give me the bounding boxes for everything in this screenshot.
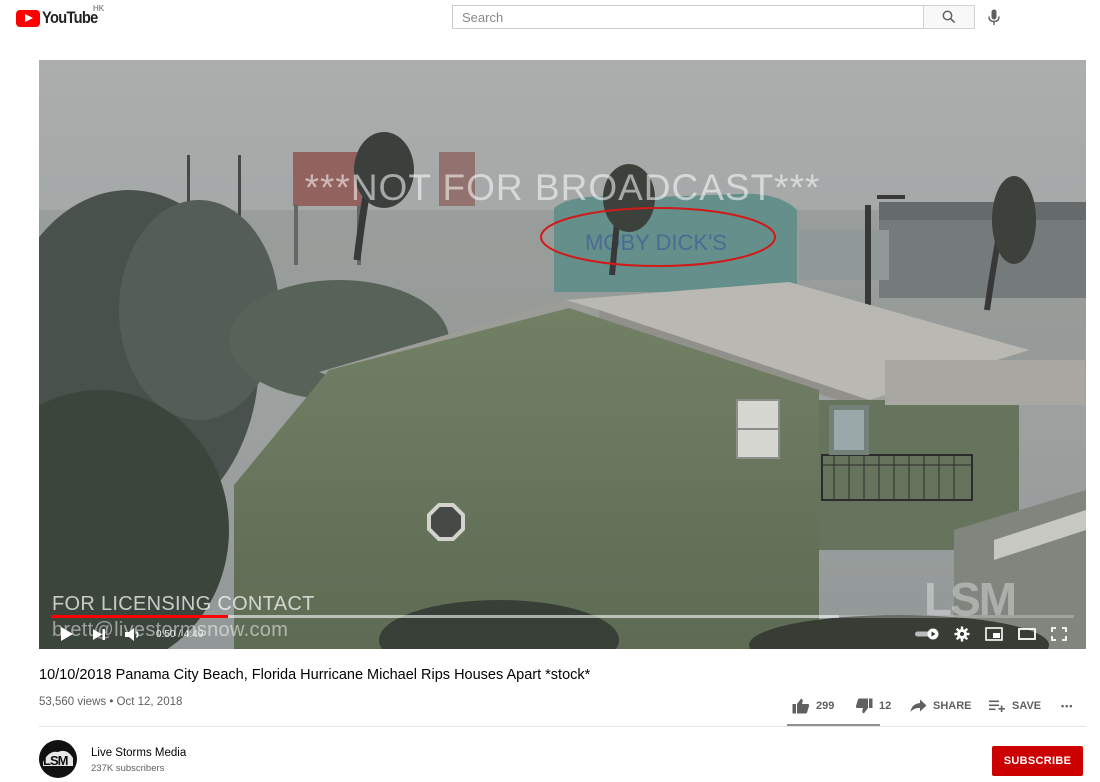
miniplayer-button[interactable]: [984, 624, 1004, 644]
thumbs-up-icon: [792, 698, 810, 714]
youtube-play-icon: [16, 9, 40, 27]
save-button[interactable]: SAVE: [989, 697, 1041, 715]
mic-icon: [988, 9, 1000, 25]
dislike-button[interactable]: 12: [855, 697, 891, 715]
share-icon: [910, 699, 927, 712]
voice-search-button[interactable]: [984, 7, 1004, 27]
like-button[interactable]: 299: [792, 697, 834, 715]
fullscreen-icon: [1051, 627, 1067, 641]
play-button[interactable]: [58, 624, 76, 644]
like-count: 299: [816, 700, 835, 712]
more-actions-button[interactable]: •••: [1061, 697, 1073, 715]
country-code: HK: [93, 4, 105, 13]
autoplay-toggle[interactable]: [914, 624, 940, 644]
subscriber-count: 237K subscribers: [91, 763, 165, 774]
video-meta: 53,560 views • Oct 12, 2018: [39, 696, 183, 708]
add-to-playlist-icon: [989, 700, 1005, 712]
subscribe-button[interactable]: SUBSCRIBE: [992, 746, 1083, 776]
progress-played: [51, 615, 228, 618]
theater-mode-icon: [1018, 628, 1036, 640]
share-label: SHARE: [933, 700, 972, 712]
licensing-overlay-line-1: FOR LICENSING CONTACT: [52, 593, 315, 615]
logo-text: YouTube: [42, 8, 98, 27]
dislike-count: 12: [879, 700, 892, 712]
miniplayer-icon: [985, 627, 1003, 641]
masthead: YouTube HK Search: [0, 0, 1100, 40]
search-input[interactable]: Search: [452, 5, 924, 29]
channel-avatar[interactable]: LSM: [39, 740, 77, 778]
not-for-broadcast-overlay: ***NOT FOR BROADCAST***: [304, 167, 821, 208]
volume-button[interactable]: [123, 624, 143, 644]
autoplay-toggle-icon: [915, 628, 939, 640]
theater-mode-button[interactable]: [1017, 624, 1037, 644]
settings-button[interactable]: [953, 624, 971, 644]
volume-icon: [125, 627, 139, 641]
divider: [39, 726, 1086, 727]
channel-name[interactable]: Live Storms Media: [91, 747, 186, 759]
video-title: 10/10/2018 Panama City Beach, Florida Hu…: [39, 667, 591, 683]
gear-icon: [954, 626, 970, 642]
save-label: SAVE: [1012, 700, 1042, 712]
time-display: 0:50 / 4:49: [156, 629, 204, 640]
next-icon: [93, 628, 105, 640]
avatar-text: LSM: [43, 753, 68, 768]
search-icon: [942, 10, 956, 24]
next-button[interactable]: [90, 624, 108, 644]
share-button[interactable]: SHARE: [910, 697, 972, 715]
progress-bar[interactable]: [51, 615, 1074, 618]
player-controls: 0:50 / 4:49: [39, 622, 1086, 649]
thumbs-down-icon: [855, 698, 873, 714]
play-icon: [61, 627, 73, 641]
fullscreen-button[interactable]: [1049, 624, 1069, 644]
video-frame: MOBY DICK'S: [39, 60, 1086, 649]
more-icon: •••: [1061, 701, 1074, 711]
search-button[interactable]: [923, 5, 975, 29]
video-player[interactable]: MOBY DICK'S ***NOT FOR BROADCAST*** FOR …: [39, 60, 1086, 649]
